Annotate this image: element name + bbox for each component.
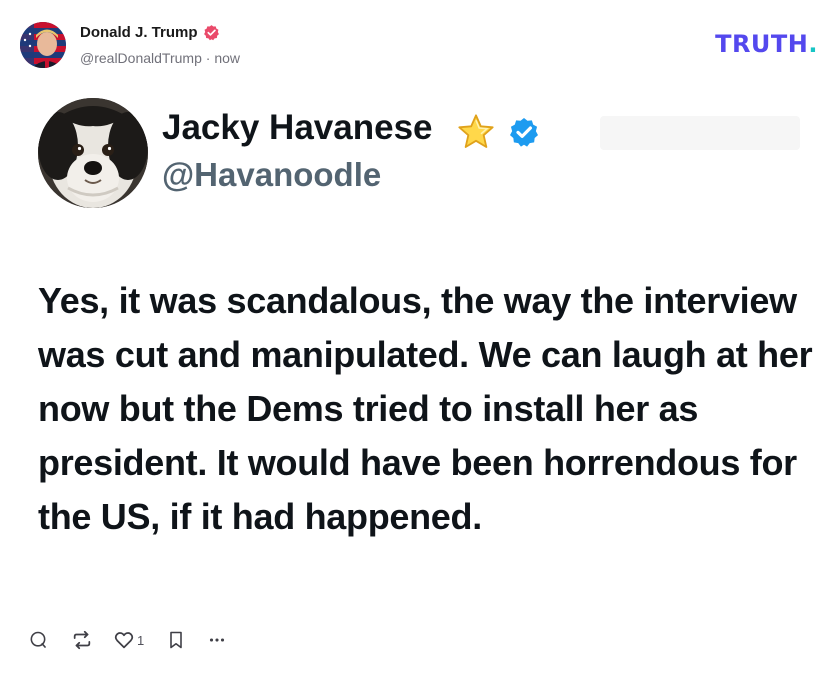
flag-portrait-icon bbox=[20, 22, 66, 68]
author-meta: @realDonaldTrump · now bbox=[80, 50, 240, 66]
more-icon bbox=[209, 638, 225, 642]
author-name[interactable]: Donald J. Trump bbox=[80, 24, 198, 41]
action-bar: 1 bbox=[0, 620, 840, 668]
redacted-area bbox=[600, 116, 800, 150]
reply-button[interactable] bbox=[28, 628, 48, 652]
embedded-post: Jacky Havanese @Havanoodle Yes, it was s… bbox=[0, 90, 840, 610]
like-count: 1 bbox=[137, 632, 145, 648]
like-button[interactable]: 1 bbox=[113, 628, 144, 652]
logo-text: TRUTH bbox=[715, 30, 809, 58]
star-icon bbox=[458, 114, 494, 148]
repost-icon bbox=[73, 630, 91, 650]
embedded-avatar bbox=[38, 98, 148, 208]
post-time[interactable]: now bbox=[214, 50, 240, 66]
dog-portrait-icon bbox=[38, 98, 148, 208]
embedded-author-name: Jacky Havanese bbox=[162, 108, 433, 147]
logo-dot: . bbox=[808, 30, 818, 58]
verified-icon bbox=[510, 118, 538, 147]
embedded-author-handle: @Havanoodle bbox=[162, 156, 382, 193]
verified-badge-icon bbox=[204, 25, 219, 41]
bookmark-icon bbox=[170, 631, 182, 649]
more-button[interactable] bbox=[206, 628, 228, 652]
truth-logo[interactable]: TRUTH. bbox=[715, 30, 818, 58]
reply-icon bbox=[30, 631, 46, 648]
bookmark-button[interactable] bbox=[166, 628, 186, 652]
meta-separator: · bbox=[201, 50, 215, 66]
author-handle[interactable]: @realDonaldTrump bbox=[80, 50, 202, 66]
embedded-post-text: Yes, it was scandalous, the way the inte… bbox=[38, 280, 813, 537]
repost-button[interactable] bbox=[71, 628, 93, 652]
author-avatar[interactable] bbox=[20, 22, 66, 68]
like-icon bbox=[114, 632, 134, 649]
post-header: Donald J. Trump @realDonaldTrump · now T… bbox=[0, 0, 840, 90]
